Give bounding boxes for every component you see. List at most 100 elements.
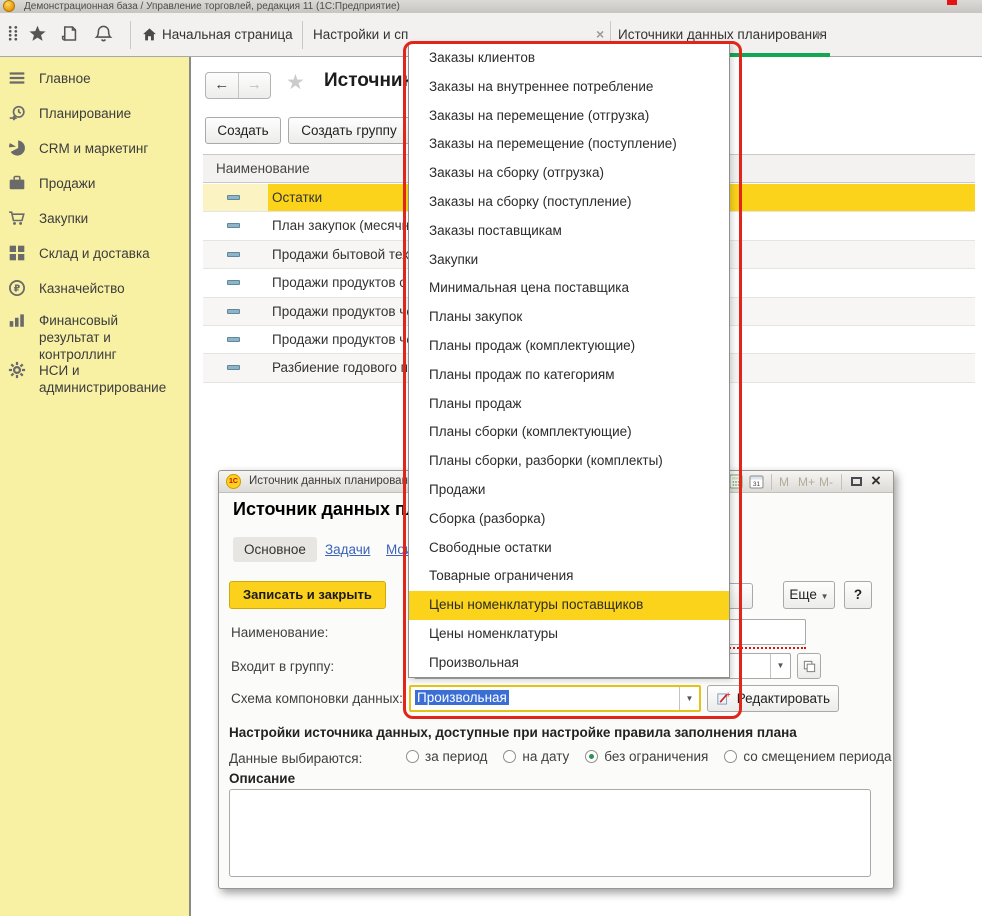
dropdown-item[interactable]: Планы сборки, разборки (комплекты) <box>409 447 729 476</box>
dropdown-item[interactable]: Заказы на внутреннее потребление <box>409 73 729 102</box>
sidebar-item-crm[interactable]: CRM и маркетинг <box>8 139 182 157</box>
radio-icon <box>724 750 737 763</box>
open-window-icon <box>802 659 817 674</box>
dropdown-item[interactable]: Заказы поставщикам <box>409 217 729 246</box>
dropdown-item[interactable]: Заказы клиентов <box>409 44 729 73</box>
window-titlebar: Демонстрационная база / Управление торго… <box>0 0 982 13</box>
more-button[interactable]: Еще ▼ <box>783 581 835 609</box>
group-open-button[interactable] <box>797 653 821 679</box>
create-group-button[interactable]: Создать группу <box>288 117 410 144</box>
scheme-dropdown-arrow[interactable]: ▼ <box>679 687 699 710</box>
pallet-icon <box>8 244 26 262</box>
description-textarea[interactable] <box>229 789 871 877</box>
radio-period-offset[interactable]: со смещением периода <box>724 749 891 764</box>
sidebar-item-main[interactable]: Главное <box>8 69 182 87</box>
dropdown-item[interactable]: Цены номенклатуры <box>409 620 729 649</box>
data-source-icon <box>227 252 240 257</box>
save-and-close-button[interactable]: Записать и закрыть <box>229 581 386 609</box>
tab-main[interactable]: Основное <box>233 537 317 562</box>
radio-no-limit[interactable]: без ограничения <box>585 749 708 764</box>
back-button[interactable]: ← <box>206 73 239 98</box>
dialog-title: Источник данных планировани <box>249 475 414 487</box>
svg-text:31: 31 <box>753 481 761 488</box>
data-source-icon <box>227 195 240 200</box>
close-icon[interactable]: × <box>871 471 881 491</box>
dropdown-item[interactable]: Заказы на сборку (отгрузка) <box>409 159 729 188</box>
notifications-bell-icon[interactable] <box>94 24 114 44</box>
chevron-down-icon: ▼ <box>821 592 829 601</box>
create-button[interactable]: Создать <box>205 117 281 144</box>
data-source-icon <box>227 280 240 285</box>
dropdown-item[interactable]: Сборка (разборка) <box>409 505 729 534</box>
sidebar-item-purchases[interactable]: Закупки <box>8 209 182 227</box>
memory-mplus-button[interactable]: M+ <box>798 475 815 489</box>
dropdown-item[interactable]: Планы продаж <box>409 390 729 419</box>
sidebar-item-warehouse[interactable]: Склад и доставка <box>8 244 182 262</box>
settings-section-title: Настройки источника данных, доступные пр… <box>229 725 797 740</box>
memory-mminus-button[interactable]: M- <box>819 475 833 489</box>
tab-tasks[interactable]: Задачи <box>325 542 370 557</box>
radio-icon <box>406 750 419 763</box>
dropdown-item[interactable]: Заказы на сборку (поступление) <box>409 188 729 217</box>
scheme-combobox[interactable]: Произвольная ▼ <box>409 685 701 712</box>
tab-home[interactable]: Начальная страница <box>162 27 293 42</box>
dropdown-item[interactable]: Свободные остатки <box>409 534 729 563</box>
dropdown-item[interactable]: Планы сборки (комплектующие) <box>409 418 729 447</box>
service-menu-icon[interactable] <box>4 24 24 44</box>
edit-button[interactable]: Редактировать <box>707 685 839 712</box>
data-source-icon <box>227 309 240 314</box>
dropdown-item[interactable]: Заказы на перемещение (поступление) <box>409 130 729 159</box>
scheme-selected-value: Произвольная <box>415 690 509 705</box>
sidebar-item-treasury[interactable]: ₽ Казначейство <box>8 279 182 297</box>
chevron-down-icon: ▼ <box>777 661 785 670</box>
pie-chart-icon <box>8 139 26 157</box>
titlebar-separator <box>771 474 772 490</box>
nav-buttons: ← → <box>205 72 271 99</box>
close-button-fragment[interactable] <box>947 0 957 5</box>
tab-planning-data-sources[interactable]: Источники данных планирования <box>618 27 827 42</box>
radio-selected-icon <box>585 750 598 763</box>
favorites-star-icon[interactable] <box>28 24 48 44</box>
history-icon[interactable] <box>60 24 80 44</box>
forward-button[interactable]: → <box>239 73 271 98</box>
data-source-icon <box>227 337 240 342</box>
scheme-dropdown-list: Заказы клиентов Заказы на внутреннее пот… <box>408 42 730 678</box>
sidebar-item-sales[interactable]: Продажи <box>8 174 182 192</box>
dropdown-item[interactable]: Планы продаж (комплектующие) <box>409 332 729 361</box>
dropdown-item-highlighted[interactable]: Цены номенклатуры поставщиков <box>409 591 729 620</box>
favorite-star-icon[interactable]: ★ <box>286 70 305 95</box>
dropdown-item[interactable]: Товарные ограничения <box>409 562 729 591</box>
tab-settings-close-icon[interactable]: × <box>596 26 604 42</box>
calendar-icon[interactable]: 31 <box>749 474 769 494</box>
dropdown-item[interactable]: Заказы на перемещение (отгрузка) <box>409 102 729 131</box>
tab-planning-close-icon[interactable]: × <box>815 26 823 42</box>
svg-text:₽: ₽ <box>14 283 21 294</box>
dropdown-item[interactable]: Закупки <box>409 246 729 275</box>
sidebar-item-finance[interactable]: Финансовый результат и контроллинг <box>8 311 182 363</box>
calculator-icon[interactable] <box>729 474 749 494</box>
sidebar-item-planning[interactable]: Планирование <box>8 104 182 122</box>
home-icon[interactable] <box>141 26 161 46</box>
dropdown-item[interactable]: Планы закупок <box>409 303 729 332</box>
window-title: Демонстрационная база / Управление торго… <box>24 1 400 12</box>
sidebar-item-admin[interactable]: НСИ и администрирование <box>8 361 182 396</box>
radio-for-period[interactable]: за период <box>406 749 487 764</box>
chevron-down-icon: ▼ <box>686 694 694 703</box>
group-field-label: Входит в группу: <box>231 659 334 674</box>
ruble-icon: ₽ <box>8 279 26 297</box>
period-radio-group: за период на дату без ограничения со сме… <box>406 749 892 764</box>
dropdown-item[interactable]: Минимальная цена поставщика <box>409 274 729 303</box>
dropdown-item[interactable]: Продажи <box>409 476 729 505</box>
briefcase-icon <box>8 174 26 192</box>
dialog-1c-icon: 1С <box>226 474 241 489</box>
description-label: Описание <box>229 771 295 786</box>
memory-m-button[interactable]: M <box>779 475 789 489</box>
group-dropdown-arrow[interactable]: ▼ <box>770 654 790 678</box>
dropdown-item[interactable]: Произвольная <box>409 649 729 678</box>
tab-settings[interactable]: Настройки и сп <box>313 27 408 42</box>
maximize-icon[interactable] <box>851 477 862 486</box>
radio-on-date[interactable]: на дату <box>503 749 569 764</box>
help-button[interactable]: ? <box>844 581 872 609</box>
radio-icon <box>503 750 516 763</box>
dropdown-item[interactable]: Планы продаж по категориям <box>409 361 729 390</box>
